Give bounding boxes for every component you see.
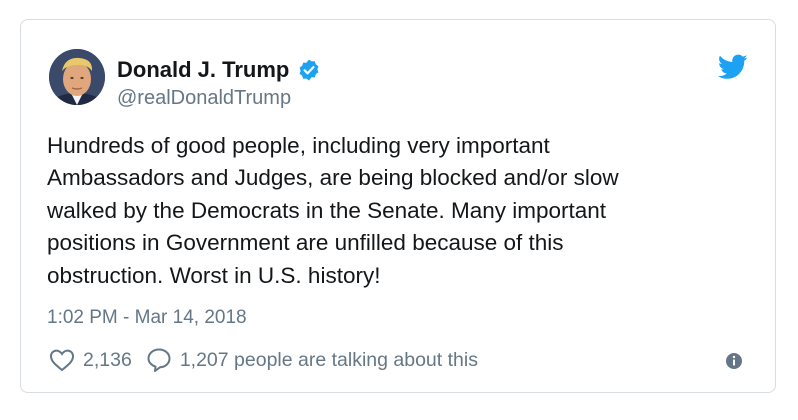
heart-icon: [49, 349, 75, 372]
talking-count: 1,207 people are talking about this: [179, 348, 478, 371]
tweet-text-line: obstruction. Worst in U.S. history!: [47, 262, 381, 288]
profile-photo-icon: [49, 49, 105, 105]
conversation-link[interactable]: 1,207 people are talking about this: [146, 347, 478, 373]
info-icon[interactable]: [725, 352, 743, 370]
tweet-text-line: walked by the Democrats in the Senate. M…: [47, 197, 607, 223]
author-display-name[interactable]: Donald J. Trump: [117, 57, 289, 83]
author-name-row[interactable]: Donald J. Trump: [117, 56, 321, 84]
tweet-text: Hundreds of good people, including very …: [47, 130, 747, 292]
verified-badge-icon: [299, 59, 319, 81]
like-count: 2,136: [83, 348, 132, 371]
author-handle[interactable]: @realDonaldTrump: [117, 87, 291, 110]
tweet-text-line: positions in Government are unfilled bec…: [47, 230, 564, 256]
tweet-card: Donald J. Trump @realDonaldTrump Hundred…: [20, 19, 776, 393]
speech-bubble-icon: [147, 348, 171, 372]
avatar[interactable]: [49, 49, 105, 105]
tweet-text-line: Hundreds of good people, including very …: [47, 133, 550, 158]
twitter-bird-icon[interactable]: [718, 54, 748, 80]
tweet-text-line: Ambassadors and Judges, are being blocke…: [47, 165, 619, 191]
like-button[interactable]: 2,136: [49, 348, 132, 372]
tweet-timestamp[interactable]: 1:02 PM - Mar 14, 2018: [47, 307, 247, 329]
tweet-actions: 2,136 1,207 people are talking about thi…: [49, 346, 478, 374]
